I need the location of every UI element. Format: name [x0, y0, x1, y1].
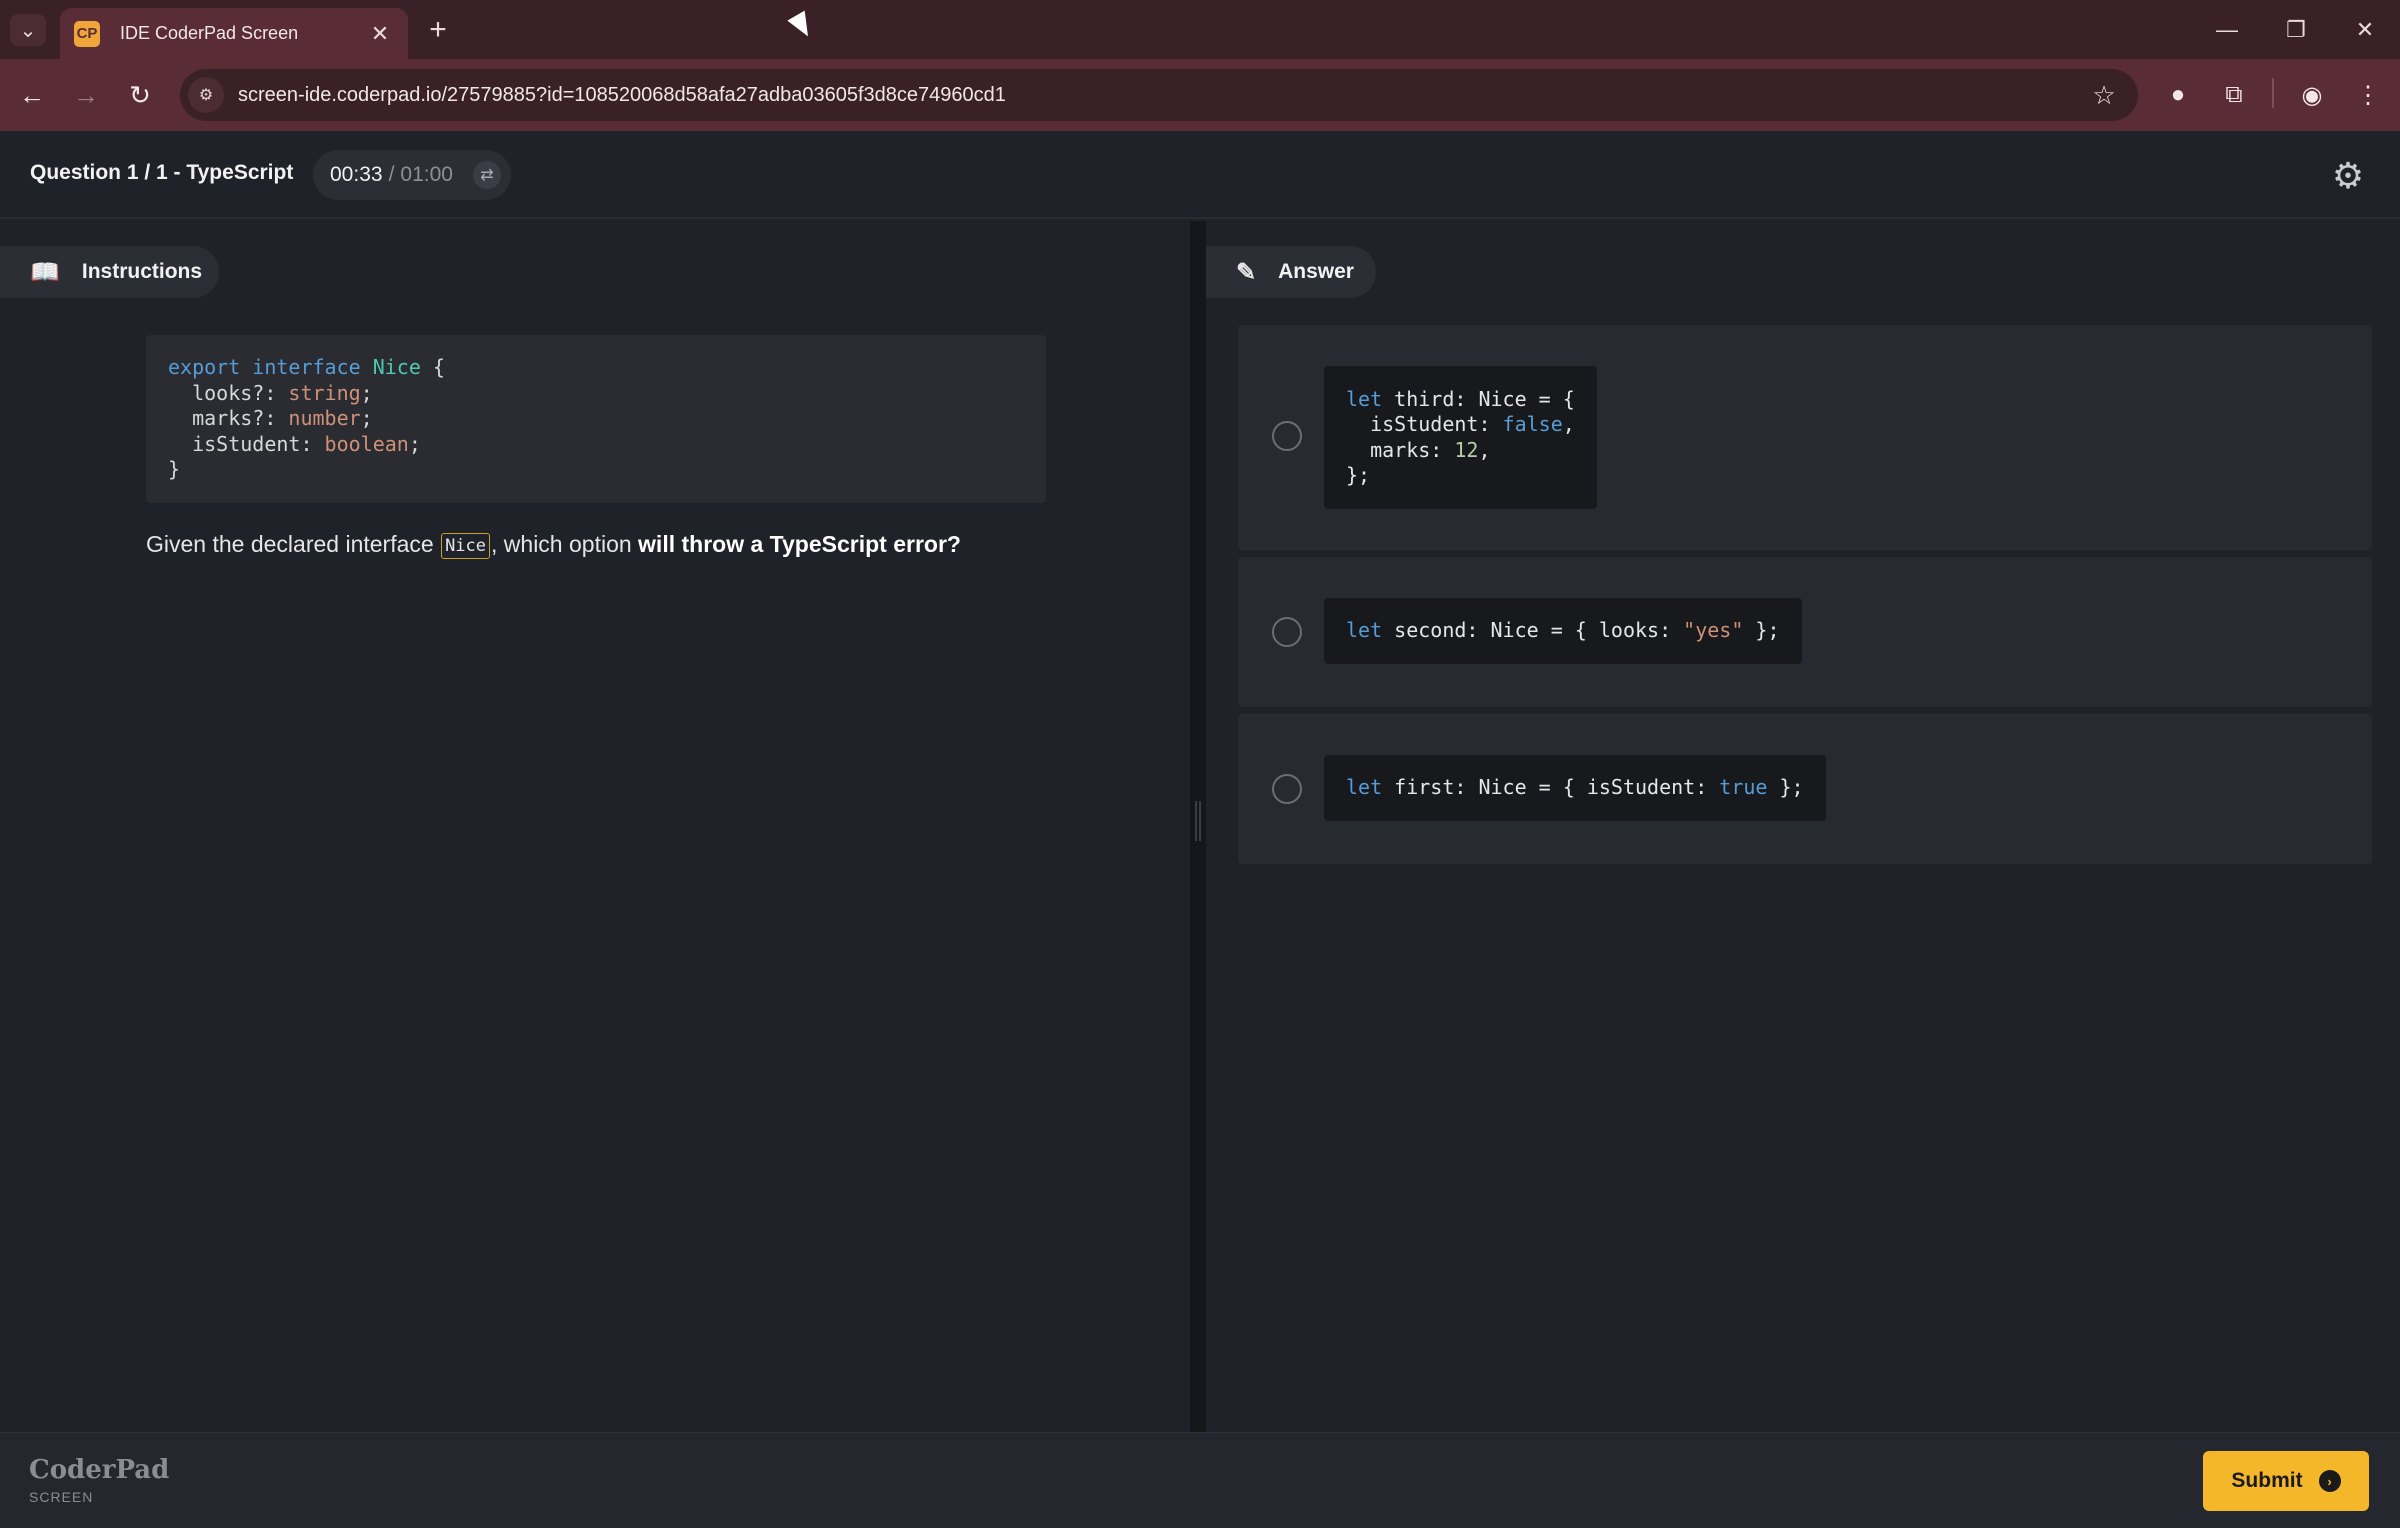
submit-label: Submit — [2231, 1469, 2303, 1492]
panel-splitter[interactable] — [1190, 221, 1206, 1432]
instructions-panel: 📖 Instructions export interface Nice { l… — [0, 221, 1190, 1432]
minimize-button[interactable]: — — [2199, 10, 2255, 50]
tab-search-button[interactable]: ⌄ — [10, 14, 46, 46]
restore-icon: ❐ — [2286, 17, 2306, 42]
interface-code-block: export interface Nice { looks?: string; … — [146, 335, 1046, 503]
code-line: isStudent: boolean; — [168, 431, 421, 456]
profile-icon[interactable]: ◉ — [2294, 77, 2330, 113]
code-line: } — [168, 457, 181, 481]
timer-separator: / — [388, 163, 395, 186]
star-icon[interactable]: ☆ — [2084, 80, 2124, 111]
gear-icon[interactable]: ⚙ — [2328, 155, 2368, 196]
tab-instructions[interactable]: 📖 Instructions — [0, 246, 219, 298]
radio-button[interactable] — [1272, 617, 1302, 647]
splitter-grip-icon[interactable] — [1195, 801, 1201, 841]
tune-icon[interactable]: ⚙ — [188, 77, 224, 113]
book-icon: 📖 — [30, 258, 60, 286]
browser-toolbar: ← → ↻ ⚙ screen-ide.coderpad.io/27579885?… — [0, 59, 2400, 131]
coderpad-favicon-icon: CP — [74, 20, 100, 47]
option-code: let third: Nice = { isStudent: false, ma… — [1324, 366, 1597, 509]
radio-button[interactable] — [1272, 421, 1302, 451]
question-middle: , which option — [491, 531, 639, 557]
browser-tab-active[interactable]: CP IDE CoderPad Screen ✕ — [60, 8, 408, 59]
question-prefix: Given the declared interface — [146, 531, 441, 557]
swap-icon[interactable]: ⇄ — [473, 161, 501, 189]
option-code: let first: Nice = { isStudent: true }; — [1324, 755, 1826, 821]
question-emphasis: will throw a TypeScript error? — [638, 531, 961, 557]
option-code: let second: Nice = { looks: "yes" }; — [1324, 598, 1802, 664]
back-button[interactable]: ← — [14, 77, 50, 113]
timer: 00:33 / 01:00 ⇄ — [313, 150, 511, 200]
browser-tab-strip: ⌄ CP IDE CoderPad Screen ✕ + — ❐ ✕ — [0, 0, 2400, 59]
footer: CoderPad SCREEN Submit › — [0, 1432, 2400, 1528]
radio-button[interactable] — [1272, 774, 1302, 804]
forward-arrow-icon: → — [73, 79, 99, 110]
chevron-down-icon: ⌄ — [19, 19, 37, 42]
answer-panel: ✎ Answer let third: Nice = { isStudent: … — [1206, 221, 2400, 1432]
tab-title: IDE CoderPad Screen — [120, 23, 299, 43]
brand-subtitle: SCREEN — [29, 1489, 94, 1505]
question-title: Question 1 / 1 - TypeScript — [30, 161, 294, 184]
app-header: Question 1 / 1 - TypeScript 00:33 / 01:0… — [0, 131, 2400, 219]
reload-button[interactable]: ↻ — [122, 77, 158, 113]
forward-button[interactable]: → — [68, 77, 104, 113]
brand-logo: CoderPad — [29, 1455, 170, 1485]
close-window-button[interactable]: ✕ — [2337, 10, 2393, 50]
timer-total: 01:00 — [400, 163, 453, 186]
question-inline-code: Nice — [441, 533, 491, 559]
url-text[interactable]: screen-ide.coderpad.io/27579885?id=10852… — [238, 84, 2084, 107]
tab-answer[interactable]: ✎ Answer — [1206, 246, 1376, 298]
back-arrow-icon: ← — [19, 79, 45, 110]
toolbar-divider — [2272, 78, 2274, 108]
restore-button[interactable]: ❐ — [2268, 10, 2324, 50]
plus-icon: + — [429, 13, 447, 46]
close-icon[interactable]: ✕ — [366, 21, 394, 47]
reload-icon: ↻ — [129, 79, 151, 110]
answer-option-2[interactable]: let second: Nice = { looks: "yes" }; — [1238, 557, 2372, 707]
code-line: export interface Nice { — [168, 355, 445, 379]
tab-answer-label: Answer — [1278, 260, 1354, 283]
pencil-icon: ✎ — [1236, 258, 1257, 286]
arrow-circle-right-icon: › — [2318, 1470, 2341, 1492]
tab-instructions-label: Instructions — [81, 260, 203, 283]
new-tab-button[interactable]: + — [422, 13, 454, 46]
minimize-icon: — — [2216, 17, 2238, 42]
address-bar[interactable]: ⚙ screen-ide.coderpad.io/27579885?id=108… — [180, 69, 2138, 121]
code-line: marks?: number; — [168, 406, 373, 430]
close-window-icon: ✕ — [2355, 17, 2375, 42]
timer-elapsed: 00:33 — [330, 163, 383, 186]
code-line: looks?: string; — [168, 380, 373, 405]
answer-option-1[interactable]: let third: Nice = { isStudent: false, ma… — [1238, 325, 2372, 550]
extension-icon[interactable]: ● — [2160, 77, 2196, 113]
answer-option-3[interactable]: let first: Nice = { isStudent: true }; — [1238, 714, 2372, 864]
question-text: Given the declared interface Nice, which… — [146, 531, 961, 559]
kebab-menu-icon[interactable]: ⋮ — [2350, 77, 2386, 113]
puzzle-icon[interactable]: ⧉ — [2216, 77, 2252, 113]
submit-button[interactable]: Submit › — [2203, 1451, 2369, 1511]
